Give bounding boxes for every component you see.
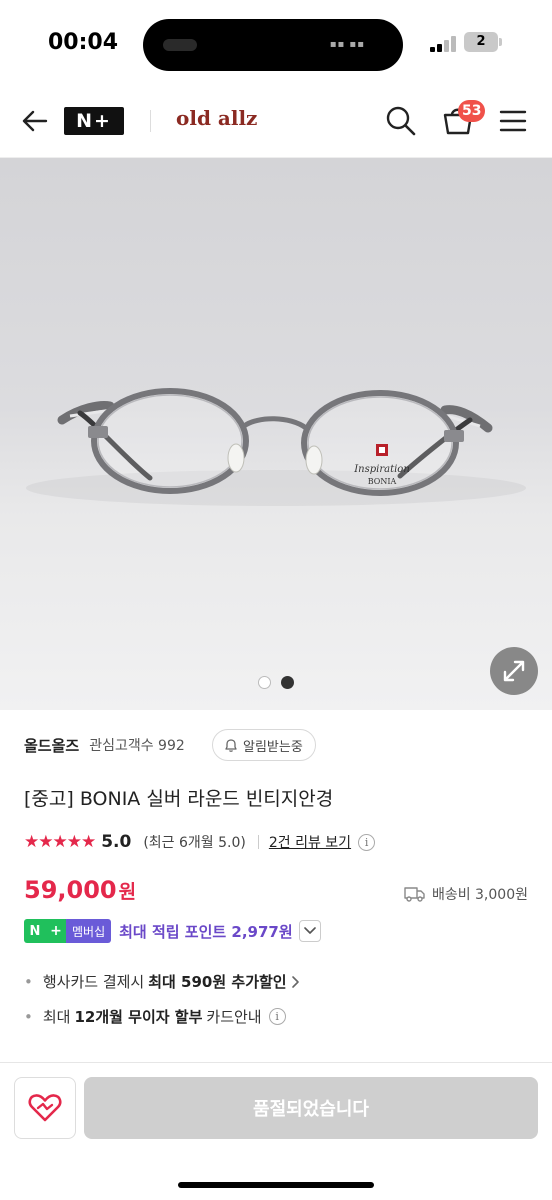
points-text: 최대 적립 포인트 2,977원: [119, 922, 293, 941]
status-time: 00:04: [48, 30, 119, 55]
media-indicator-icon: ▪▪ ▪▪: [329, 39, 365, 50]
alarm-button[interactable]: 알림받는중: [212, 729, 316, 761]
store-name[interactable]: 올드올즈: [24, 735, 79, 756]
star-rating-icon: ★★★★★: [24, 832, 96, 852]
signal-icon: [430, 34, 460, 52]
gallery-dot-1[interactable]: [258, 676, 271, 689]
review-link[interactable]: 2건 리뷰 보기: [269, 832, 351, 852]
expand-icon[interactable]: [490, 647, 538, 695]
battery-icon: 2: [464, 32, 502, 52]
rating-row: ★★★★★ 5.0 (최근 6개월 5.0) 2건 리뷰 보기 i: [24, 830, 376, 854]
benefit-2-bold: 12개월 무이자 할부: [74, 1008, 203, 1026]
lens-logo-script: Inspiration: [353, 464, 410, 475]
top-nav: N+ old allz 53: [0, 84, 552, 158]
chevron-down-icon[interactable]: [298, 920, 321, 942]
badge-n: N: [24, 919, 46, 943]
heart-icon: [28, 1094, 62, 1122]
product-title: [중고] BONIA 실버 라운드 빈티지안경: [24, 788, 334, 810]
home-indicator[interactable]: [178, 1182, 374, 1188]
benefit-2-post: 카드안내: [206, 1008, 262, 1026]
price-currency: 원: [118, 881, 137, 903]
price-value: 59,000: [24, 876, 117, 904]
status-bar: 00:04 ▪▪ ▪▪ 2: [0, 0, 552, 84]
back-arrow-icon[interactable]: [20, 106, 50, 136]
wishlist-button[interactable]: [14, 1077, 76, 1139]
soldout-button[interactable]: 품절되었습니다: [84, 1077, 538, 1139]
badge-plus: +: [46, 919, 66, 943]
price-row: 59,000 원: [24, 876, 136, 904]
store-logo[interactable]: old allz: [176, 106, 257, 130]
product-image[interactable]: Inspiration BONIA: [0, 158, 552, 710]
camera-icon: [163, 39, 197, 51]
truck-icon: [404, 887, 425, 902]
gallery-dot-2-active[interactable]: [281, 676, 294, 689]
chevron-right-icon: [291, 975, 299, 988]
header-divider: [150, 110, 151, 132]
badge-label: 멤버십: [66, 919, 112, 943]
bottom-action-bar: 품절되었습니다: [0, 1062, 552, 1200]
card-discount-benefit[interactable]: • 행사카드 결제시 최대 590원 추가할인: [24, 971, 301, 992]
lens-logo-brand: BONIA: [368, 477, 397, 486]
alarm-label: 알림받는중: [243, 739, 303, 755]
search-icon[interactable]: [384, 104, 418, 138]
benefit-1-pre: 행사카드 결제시: [42, 973, 145, 991]
info-icon[interactable]: i: [358, 833, 376, 851]
cart-count-badge: 53: [458, 100, 486, 122]
info-icon[interactable]: i: [268, 1008, 286, 1025]
dynamic-island: ▪▪ ▪▪: [143, 19, 403, 71]
menu-icon[interactable]: [498, 106, 528, 136]
store-info: 올드올즈 관심고객수 992: [24, 732, 185, 758]
interest-count: 관심고객수 992: [89, 738, 185, 754]
membership-badge: N + 멤버십: [24, 919, 112, 943]
naver-plus-badge[interactable]: N+: [64, 107, 124, 135]
shipping-fee: 배송비 3,000원: [431, 887, 528, 903]
recent-rating: (최근 6개월 5.0): [143, 835, 246, 851]
membership-points[interactable]: N + 멤버십 최대 적립 포인트 2,977원: [24, 918, 321, 944]
bullet-icon: •: [24, 1007, 33, 1026]
bullet-icon: •: [24, 972, 33, 991]
benefit-1-bold: 최대 590원 추가할인: [148, 973, 287, 991]
bell-icon: [225, 739, 237, 752]
rating-score: 5.0: [101, 832, 132, 852]
installment-benefit[interactable]: • 최대 12개월 무이자 할부 카드안내 i: [24, 1006, 286, 1027]
benefit-2-pre: 최대: [42, 1008, 71, 1026]
shipping-info: 배송비 3,000원: [404, 884, 528, 904]
rating-divider: [257, 835, 259, 849]
